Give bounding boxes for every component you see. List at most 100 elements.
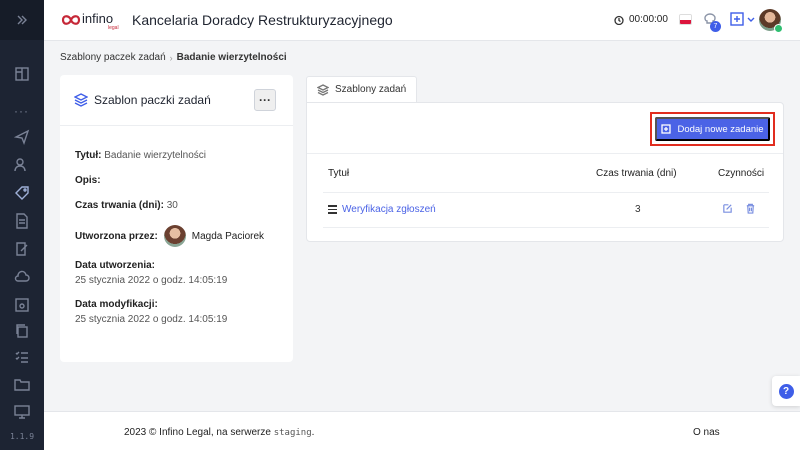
field-created-value: 25 stycznia 2022 o godz. 14:05:19 bbox=[75, 275, 228, 286]
sidebar-item-monitor[interactable] bbox=[12, 402, 32, 422]
document-icon bbox=[16, 213, 28, 229]
plus-square-icon bbox=[730, 12, 744, 26]
edit-icon bbox=[723, 204, 732, 213]
add-new-task-button[interactable]: Dodaj nowe zadanie bbox=[655, 117, 770, 141]
sidebar-item-cloud[interactable] bbox=[12, 267, 32, 287]
top-header: infino legal Kancelaria Doradcy Restrukt… bbox=[44, 0, 800, 41]
add-new-task-label: Dodaj nowe zadanie bbox=[677, 123, 764, 135]
field-created-date: Data utworzenia: bbox=[75, 260, 155, 271]
field-title-label: Tytuł: bbox=[75, 150, 102, 161]
sidebar-item-tags[interactable] bbox=[12, 183, 32, 203]
quick-add-menu[interactable] bbox=[729, 11, 755, 27]
column-header-title: Tytuł bbox=[328, 168, 350, 179]
sidebar-item-edit[interactable] bbox=[12, 239, 32, 259]
users-icon bbox=[14, 158, 26, 172]
table-header-divider bbox=[323, 192, 769, 193]
task-row-duration: 3 bbox=[635, 204, 641, 215]
template-card-title: Szablon paczki zadań bbox=[94, 93, 211, 107]
field-title: Tytuł: Badanie wierzytelności bbox=[75, 150, 206, 161]
chevron-down-icon bbox=[747, 17, 755, 22]
task-row-title-link[interactable]: Weryfikacja zgłoszeń bbox=[342, 204, 436, 215]
logo-text: infino bbox=[82, 11, 113, 26]
work-timer[interactable]: 00:00:00 bbox=[614, 14, 668, 25]
tag-icon bbox=[15, 186, 29, 200]
question-icon: ? bbox=[778, 383, 794, 399]
language-flag-pl[interactable] bbox=[679, 14, 692, 25]
delete-task-button[interactable] bbox=[745, 203, 757, 215]
online-status-dot bbox=[774, 24, 783, 33]
server-name: staging bbox=[273, 428, 312, 438]
template-options-button[interactable]: ··· bbox=[254, 89, 276, 111]
gear-window-icon bbox=[15, 298, 29, 312]
footer-copyright: 2023 © Infino Legal, na serwerze staging… bbox=[124, 427, 314, 438]
layers-icon bbox=[317, 83, 329, 96]
tab-label: Szablony zadań bbox=[335, 84, 407, 95]
paper-plane-icon bbox=[14, 129, 30, 145]
copyright-text: 2023 © Infino Legal, na serwerze bbox=[124, 427, 271, 438]
book-icon bbox=[15, 67, 29, 81]
column-header-actions: Czynności bbox=[718, 168, 765, 179]
breadcrumb-parent-link[interactable]: Szablony paczek zadań bbox=[60, 52, 166, 63]
app-title: Kancelaria Doradcy Restrukturyzacyjnego bbox=[132, 12, 393, 28]
breadcrumb-current: Badanie wierzytelności bbox=[176, 52, 287, 63]
field-description: Opis: bbox=[75, 175, 101, 186]
double-chevron-right-icon bbox=[17, 15, 27, 25]
copyright-period: . bbox=[311, 427, 315, 438]
sidebar-item-copies[interactable] bbox=[12, 321, 32, 341]
tab-task-templates[interactable]: Szablony zadań bbox=[306, 76, 417, 102]
field-created-by: Utworzona przez: Magda Paciorek bbox=[75, 225, 264, 247]
add-button-highlight: Dodaj nowe zadanie bbox=[650, 112, 775, 146]
layers-icon bbox=[73, 93, 89, 107]
sidebar-toggle-button[interactable] bbox=[0, 0, 44, 40]
infino-logo[interactable]: infino legal bbox=[60, 9, 122, 31]
app-version: 1.1.9 bbox=[9, 432, 35, 441]
sidebar-item-dashboard[interactable] bbox=[12, 64, 32, 84]
stopwatch-icon bbox=[614, 15, 624, 25]
sidebar-item-send[interactable] bbox=[12, 127, 32, 147]
column-header-duration: Czas trwania (dni) bbox=[596, 168, 677, 179]
checklist-icon bbox=[15, 351, 28, 363]
field-modified-value: 25 stycznia 2022 o godz. 14:05:19 bbox=[75, 314, 228, 325]
sidebar-item-folder[interactable] bbox=[12, 374, 32, 394]
field-duration: Czas trwania (dni): 30 bbox=[75, 200, 178, 211]
task-templates-card: Dodaj nowe zadanie Tytuł Czas trwania (d… bbox=[306, 102, 784, 242]
breadcrumb: Szablony paczek zadań › Badanie wierzyte… bbox=[60, 52, 287, 63]
edit-document-icon bbox=[16, 242, 28, 256]
plus-square-icon bbox=[661, 124, 672, 134]
creator-avatar bbox=[163, 225, 186, 247]
breadcrumb-separator: › bbox=[169, 52, 173, 63]
edit-task-button[interactable] bbox=[722, 203, 734, 215]
sidebar-divider-dots: ··· bbox=[14, 104, 29, 118]
copy-icon bbox=[16, 324, 28, 338]
sidebar-item-users[interactable] bbox=[12, 155, 32, 175]
field-created-by-label: Utworzona przez: bbox=[75, 230, 158, 242]
sidebar-item-settings[interactable] bbox=[12, 295, 32, 315]
tasks-toolbar: Dodaj nowe zadanie bbox=[307, 103, 783, 154]
notifications-badge: 7 bbox=[710, 21, 721, 32]
field-description-label: Opis: bbox=[75, 175, 101, 186]
sidebar-item-documents[interactable] bbox=[12, 211, 32, 231]
field-created-date-value: 25 stycznia 2022 o godz. 14:05:19 bbox=[75, 275, 227, 286]
table-row-divider bbox=[323, 227, 769, 228]
logo-sub: legal bbox=[108, 25, 119, 31]
about-link[interactable]: O nas bbox=[693, 427, 720, 438]
field-modified-date-value: 25 stycznia 2022 o godz. 14:05:19 bbox=[75, 314, 227, 325]
page-footer: 2023 © Infino Legal, na serwerze staging… bbox=[44, 411, 800, 450]
field-title-value: Badanie wierzytelności bbox=[104, 150, 206, 161]
folder-icon bbox=[14, 379, 30, 391]
field-modified-label: Data modyfikacji: bbox=[75, 299, 158, 310]
trash-icon bbox=[746, 203, 755, 214]
field-created-label: Data utworzenia: bbox=[75, 260, 156, 271]
monitor-icon bbox=[14, 405, 30, 419]
field-duration-label: Czas trwania (dni): bbox=[75, 200, 164, 211]
sidebar: ··· 1.1.9 bbox=[0, 0, 44, 450]
template-card-header: Szablon paczki zadań ··· bbox=[60, 75, 293, 126]
field-modified-date: Data modyfikacji: bbox=[75, 299, 158, 310]
drag-handle-icon[interactable] bbox=[328, 205, 337, 214]
field-duration-value: 30 bbox=[166, 200, 178, 211]
field-created-by-value: Magda Paciorek bbox=[191, 230, 265, 242]
timer-value: 00:00:00 bbox=[629, 14, 668, 25]
cloud-icon bbox=[14, 270, 30, 282]
sidebar-item-checklist[interactable] bbox=[12, 347, 32, 367]
help-button[interactable]: ? bbox=[772, 376, 800, 406]
